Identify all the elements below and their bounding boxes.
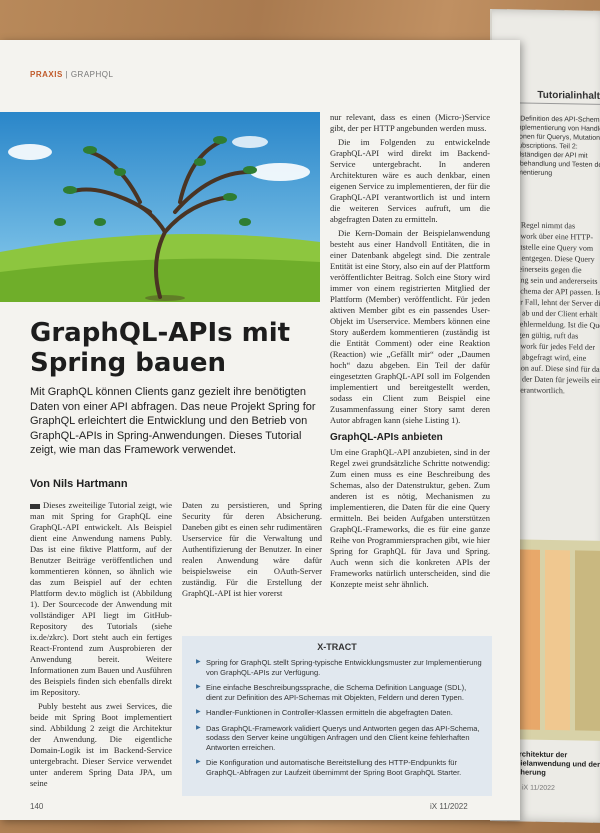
col3-paragraph-3: Die Kern-Domain der Beispielanwendung be… (330, 228, 490, 425)
xtract-item: Spring for GraphQL stellt Spring-typisch… (196, 658, 482, 677)
magazine-page: PRAXIS | GRAPHQL GraphQL-APIs mit Spring… (0, 40, 520, 820)
xtract-item: Eine einfache Beschreibungssprache, die … (196, 683, 482, 702)
column-2: Daten zu persistieren, und Spring Securi… (182, 500, 322, 602)
diagram-column-security (575, 550, 600, 731)
tree-illustration (0, 112, 320, 302)
section-sublabel: | GRAPHQL (65, 70, 114, 79)
hero-illustration (0, 112, 320, 302)
author-byline: Von Nils Hartmann (30, 478, 128, 490)
xtract-item: Die Konfiguration und automatische Berei… (196, 758, 482, 777)
xtract-box: X-TRACT Spring for GraphQL stellt Spring… (182, 636, 492, 796)
xtract-item: Handler-Funktionen in Controller-Klassen… (196, 708, 482, 718)
article-lead: Mit GraphQL können Clients ganz gezielt … (30, 386, 316, 456)
section-label: PRAXIS (30, 70, 63, 79)
diagram-column-graphql (545, 549, 570, 731)
col3-paragraph-2: Die im Folgenden zu entwickelnde GraphQL… (330, 137, 490, 224)
col2-paragraph-1: Daten zu persistieren, und Spring Securi… (182, 500, 322, 598)
column-1: Dieses zweiteilige Tutorial zeigt, wie m… (30, 500, 172, 792)
col3-paragraph-4: Um eine GraphQL-API anzubieten, sind in … (330, 447, 490, 589)
xtract-item: Das GraphQL-Framework validiert Querys u… (196, 724, 482, 753)
col3-paragraph-1: nur relevant, dass es einen (Micro-)Serv… (330, 112, 490, 133)
initial-bar-mark (30, 503, 40, 509)
col1-paragraph-1-text: Dieses zweiteilige Tutorial zeigt, wie m… (30, 500, 172, 697)
col1-paragraph-2: Publy besteht aus zwei Services, die bei… (30, 701, 172, 788)
xtract-title: X-TRACT (317, 642, 357, 652)
col1-paragraph-1: Dieses zweiteilige Tutorial zeigt, wie m… (30, 500, 172, 698)
article-title: GraphQL-APIs mit Spring bauen (30, 318, 291, 378)
section-header: PRAXIS | GRAPHQL (30, 70, 113, 79)
right-page-number: iX 11/2022 (522, 784, 555, 793)
page-number: 140 (30, 802, 44, 811)
subheading-graphql-apis: GraphQL-APIs anbieten (330, 432, 443, 443)
xtract-list: Spring for GraphQL stellt Spring-typisch… (196, 658, 482, 777)
column-3: nur relevant, dass es einen (Micro-)Serv… (330, 112, 490, 593)
issue-label: iX 11/2022 (430, 802, 468, 811)
